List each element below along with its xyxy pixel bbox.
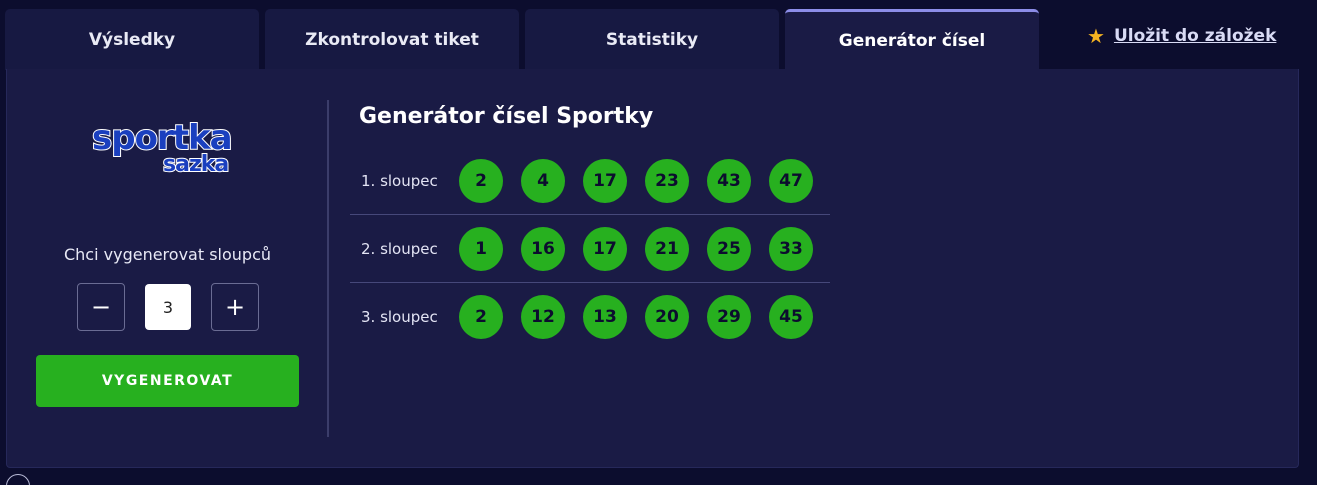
- row-label: 3. sloupec: [361, 308, 438, 326]
- increase-button[interactable]: +: [211, 283, 259, 331]
- number-ball: 21: [645, 227, 689, 271]
- logo-line-2: sazka: [162, 151, 230, 178]
- generate-button[interactable]: VYGENEROVAT: [36, 355, 299, 407]
- number-ball: 23: [645, 159, 689, 203]
- result-row: 3. sloupec 2 12 13 20 29 45: [350, 283, 830, 351]
- number-ball: 29: [707, 295, 751, 339]
- row-label: 1. sloupec: [361, 171, 438, 190]
- number-ball: 47: [769, 159, 813, 203]
- number-ball: 12: [521, 295, 565, 339]
- number-ball: 16: [521, 227, 565, 271]
- number-ball: 17: [583, 227, 627, 271]
- result-row: 2. sloupec 1 16 17 21 25 33: [350, 215, 830, 283]
- star-icon: ★: [1087, 24, 1105, 48]
- decrease-button[interactable]: −: [77, 283, 125, 331]
- save-bookmark-link[interactable]: ★ Uložit do záložek: [1087, 26, 1276, 46]
- results-title: Generátor čísel Sportky: [359, 104, 654, 129]
- number-ball: 4: [521, 159, 565, 203]
- number-ball: 33: [769, 227, 813, 271]
- tab-results[interactable]: Výsledky: [5, 9, 259, 70]
- number-ball: 20: [645, 295, 689, 339]
- vertical-divider: [327, 100, 329, 437]
- save-bookmark-label: Uložit do záložek: [1113, 26, 1277, 46]
- number-ball: 43: [707, 159, 751, 203]
- tab-number-generator[interactable]: Generátor čísel: [785, 9, 1039, 70]
- row-label: 2. sloupec: [361, 239, 438, 258]
- result-row: 1. sloupec 2 4 17 23 43 47: [350, 147, 830, 215]
- info-circle-icon: [6, 474, 30, 485]
- number-ball: 2: [459, 159, 503, 203]
- tab-check-ticket[interactable]: Zkontrolovat tiket: [265, 9, 519, 70]
- columns-count-label: Chci vygenerovat sloupců: [63, 245, 271, 264]
- number-ball: 2: [459, 295, 503, 339]
- number-ball: 17: [583, 159, 627, 203]
- number-ball: 1: [459, 227, 503, 271]
- number-ball: 45: [769, 295, 813, 339]
- sportka-sazka-logo: sportka sazka: [91, 117, 244, 180]
- number-ball: 25: [707, 227, 751, 271]
- columns-count-input[interactable]: 3: [145, 284, 191, 330]
- number-ball: 13: [583, 295, 627, 339]
- tab-statistics[interactable]: Statistiky: [525, 9, 779, 70]
